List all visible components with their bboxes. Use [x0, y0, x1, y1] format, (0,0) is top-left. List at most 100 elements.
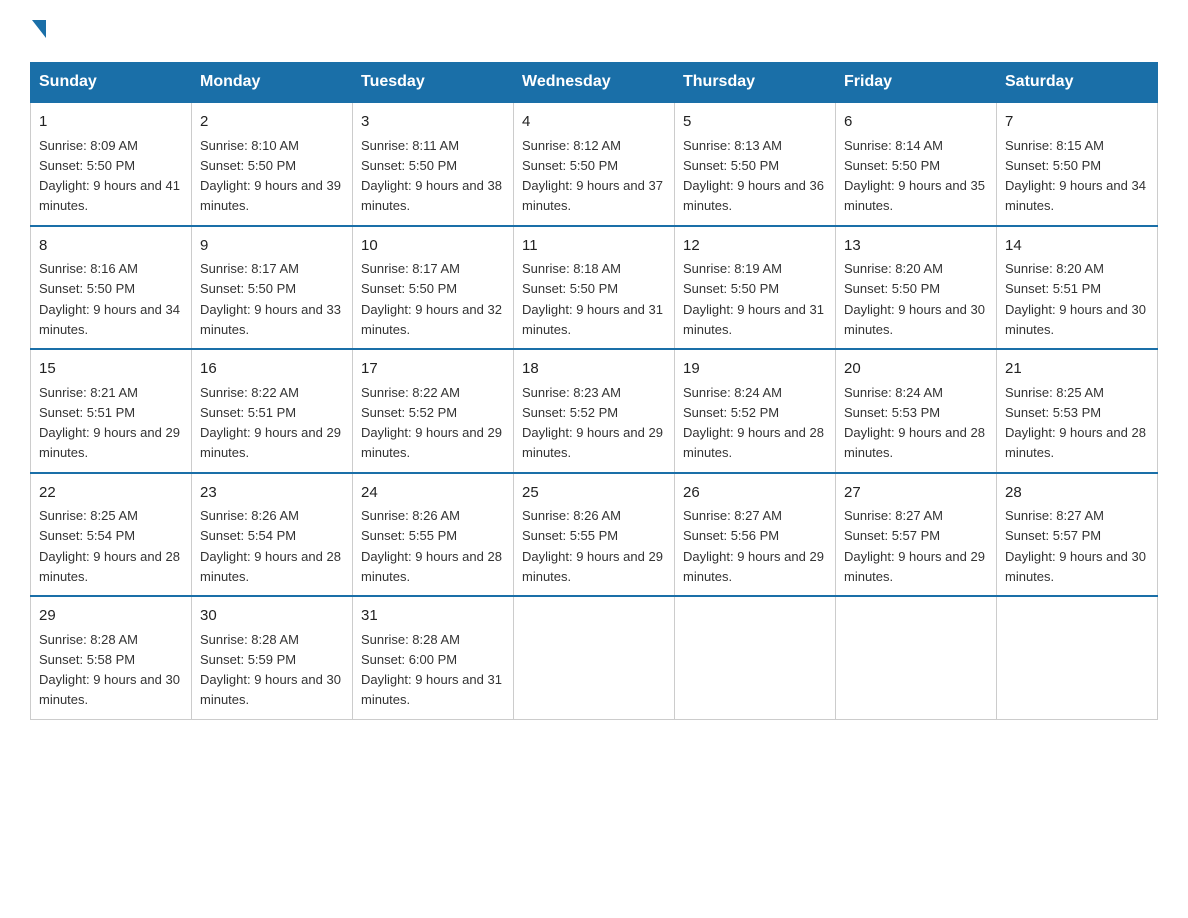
day-cell: 11 Sunrise: 8:18 AMSunset: 5:50 PMDaylig…: [514, 226, 675, 350]
day-cell: 6 Sunrise: 8:14 AMSunset: 5:50 PMDayligh…: [836, 102, 997, 226]
day-number: 30: [200, 605, 344, 628]
day-number: 29: [39, 605, 183, 628]
day-cell: 18 Sunrise: 8:23 AMSunset: 5:52 PMDaylig…: [514, 349, 675, 473]
week-row-3: 15 Sunrise: 8:21 AMSunset: 5:51 PMDaylig…: [31, 349, 1158, 473]
day-cell: 2 Sunrise: 8:10 AMSunset: 5:50 PMDayligh…: [192, 102, 353, 226]
day-info: Sunrise: 8:17 AMSunset: 5:50 PMDaylight:…: [361, 261, 502, 337]
day-cell: 17 Sunrise: 8:22 AMSunset: 5:52 PMDaylig…: [353, 349, 514, 473]
day-info: Sunrise: 8:28 AMSunset: 6:00 PMDaylight:…: [361, 632, 502, 708]
day-cell: 30 Sunrise: 8:28 AMSunset: 5:59 PMDaylig…: [192, 596, 353, 719]
day-info: Sunrise: 8:22 AMSunset: 5:52 PMDaylight:…: [361, 385, 502, 461]
day-number: 16: [200, 358, 344, 381]
day-cell: 24 Sunrise: 8:26 AMSunset: 5:55 PMDaylig…: [353, 473, 514, 597]
day-cell: 31 Sunrise: 8:28 AMSunset: 6:00 PMDaylig…: [353, 596, 514, 719]
day-info: Sunrise: 8:26 AMSunset: 5:55 PMDaylight:…: [522, 508, 663, 584]
day-cell: 12 Sunrise: 8:19 AMSunset: 5:50 PMDaylig…: [675, 226, 836, 350]
day-cell: [514, 596, 675, 719]
day-number: 5: [683, 111, 827, 134]
day-cell: 21 Sunrise: 8:25 AMSunset: 5:53 PMDaylig…: [997, 349, 1158, 473]
day-number: 20: [844, 358, 988, 381]
day-cell: 8 Sunrise: 8:16 AMSunset: 5:50 PMDayligh…: [31, 226, 192, 350]
col-header-sunday: Sunday: [31, 63, 192, 103]
day-info: Sunrise: 8:20 AMSunset: 5:51 PMDaylight:…: [1005, 261, 1146, 337]
col-header-saturday: Saturday: [997, 63, 1158, 103]
day-number: 22: [39, 482, 183, 505]
day-info: Sunrise: 8:11 AMSunset: 5:50 PMDaylight:…: [361, 138, 502, 214]
day-info: Sunrise: 8:15 AMSunset: 5:50 PMDaylight:…: [1005, 138, 1146, 214]
day-number: 12: [683, 235, 827, 258]
col-header-monday: Monday: [192, 63, 353, 103]
day-number: 17: [361, 358, 505, 381]
day-info: Sunrise: 8:25 AMSunset: 5:53 PMDaylight:…: [1005, 385, 1146, 461]
day-number: 13: [844, 235, 988, 258]
day-info: Sunrise: 8:25 AMSunset: 5:54 PMDaylight:…: [39, 508, 180, 584]
calendar-table: SundayMondayTuesdayWednesdayThursdayFrid…: [30, 62, 1158, 720]
day-cell: 19 Sunrise: 8:24 AMSunset: 5:52 PMDaylig…: [675, 349, 836, 473]
col-header-tuesday: Tuesday: [353, 63, 514, 103]
day-cell: 25 Sunrise: 8:26 AMSunset: 5:55 PMDaylig…: [514, 473, 675, 597]
day-info: Sunrise: 8:19 AMSunset: 5:50 PMDaylight:…: [683, 261, 824, 337]
day-cell: 13 Sunrise: 8:20 AMSunset: 5:50 PMDaylig…: [836, 226, 997, 350]
logo-arrow-icon: [32, 20, 46, 38]
day-info: Sunrise: 8:13 AMSunset: 5:50 PMDaylight:…: [683, 138, 824, 214]
day-number: 2: [200, 111, 344, 134]
day-info: Sunrise: 8:26 AMSunset: 5:55 PMDaylight:…: [361, 508, 502, 584]
day-info: Sunrise: 8:16 AMSunset: 5:50 PMDaylight:…: [39, 261, 180, 337]
day-info: Sunrise: 8:24 AMSunset: 5:53 PMDaylight:…: [844, 385, 985, 461]
day-number: 27: [844, 482, 988, 505]
day-info: Sunrise: 8:17 AMSunset: 5:50 PMDaylight:…: [200, 261, 341, 337]
day-cell: 14 Sunrise: 8:20 AMSunset: 5:51 PMDaylig…: [997, 226, 1158, 350]
day-number: 14: [1005, 235, 1149, 258]
day-info: Sunrise: 8:27 AMSunset: 5:57 PMDaylight:…: [1005, 508, 1146, 584]
day-number: 28: [1005, 482, 1149, 505]
day-cell: 22 Sunrise: 8:25 AMSunset: 5:54 PMDaylig…: [31, 473, 192, 597]
day-number: 21: [1005, 358, 1149, 381]
week-row-5: 29 Sunrise: 8:28 AMSunset: 5:58 PMDaylig…: [31, 596, 1158, 719]
day-info: Sunrise: 8:22 AMSunset: 5:51 PMDaylight:…: [200, 385, 341, 461]
day-cell: 28 Sunrise: 8:27 AMSunset: 5:57 PMDaylig…: [997, 473, 1158, 597]
day-info: Sunrise: 8:09 AMSunset: 5:50 PMDaylight:…: [39, 138, 180, 214]
day-number: 18: [522, 358, 666, 381]
day-cell: 4 Sunrise: 8:12 AMSunset: 5:50 PMDayligh…: [514, 102, 675, 226]
day-info: Sunrise: 8:28 AMSunset: 5:58 PMDaylight:…: [39, 632, 180, 708]
day-number: 6: [844, 111, 988, 134]
week-row-2: 8 Sunrise: 8:16 AMSunset: 5:50 PMDayligh…: [31, 226, 1158, 350]
day-info: Sunrise: 8:21 AMSunset: 5:51 PMDaylight:…: [39, 385, 180, 461]
header-row: SundayMondayTuesdayWednesdayThursdayFrid…: [31, 63, 1158, 103]
day-number: 11: [522, 235, 666, 258]
logo: [30, 20, 46, 42]
day-number: 23: [200, 482, 344, 505]
day-cell: 9 Sunrise: 8:17 AMSunset: 5:50 PMDayligh…: [192, 226, 353, 350]
day-info: Sunrise: 8:27 AMSunset: 5:57 PMDaylight:…: [844, 508, 985, 584]
day-info: Sunrise: 8:18 AMSunset: 5:50 PMDaylight:…: [522, 261, 663, 337]
day-info: Sunrise: 8:28 AMSunset: 5:59 PMDaylight:…: [200, 632, 341, 708]
day-number: 1: [39, 111, 183, 134]
day-number: 15: [39, 358, 183, 381]
day-cell: 3 Sunrise: 8:11 AMSunset: 5:50 PMDayligh…: [353, 102, 514, 226]
day-number: 25: [522, 482, 666, 505]
day-number: 3: [361, 111, 505, 134]
day-cell: 16 Sunrise: 8:22 AMSunset: 5:51 PMDaylig…: [192, 349, 353, 473]
day-cell: 29 Sunrise: 8:28 AMSunset: 5:58 PMDaylig…: [31, 596, 192, 719]
day-info: Sunrise: 8:12 AMSunset: 5:50 PMDaylight:…: [522, 138, 663, 214]
day-info: Sunrise: 8:26 AMSunset: 5:54 PMDaylight:…: [200, 508, 341, 584]
header: [30, 20, 1158, 42]
day-info: Sunrise: 8:24 AMSunset: 5:52 PMDaylight:…: [683, 385, 824, 461]
day-info: Sunrise: 8:23 AMSunset: 5:52 PMDaylight:…: [522, 385, 663, 461]
day-number: 26: [683, 482, 827, 505]
col-header-thursday: Thursday: [675, 63, 836, 103]
day-cell: 7 Sunrise: 8:15 AMSunset: 5:50 PMDayligh…: [997, 102, 1158, 226]
day-number: 9: [200, 235, 344, 258]
col-header-friday: Friday: [836, 63, 997, 103]
day-info: Sunrise: 8:20 AMSunset: 5:50 PMDaylight:…: [844, 261, 985, 337]
day-cell: [675, 596, 836, 719]
week-row-4: 22 Sunrise: 8:25 AMSunset: 5:54 PMDaylig…: [31, 473, 1158, 597]
day-cell: 27 Sunrise: 8:27 AMSunset: 5:57 PMDaylig…: [836, 473, 997, 597]
day-number: 7: [1005, 111, 1149, 134]
day-number: 19: [683, 358, 827, 381]
day-number: 24: [361, 482, 505, 505]
day-info: Sunrise: 8:14 AMSunset: 5:50 PMDaylight:…: [844, 138, 985, 214]
day-cell: [997, 596, 1158, 719]
week-row-1: 1 Sunrise: 8:09 AMSunset: 5:50 PMDayligh…: [31, 102, 1158, 226]
day-number: 4: [522, 111, 666, 134]
